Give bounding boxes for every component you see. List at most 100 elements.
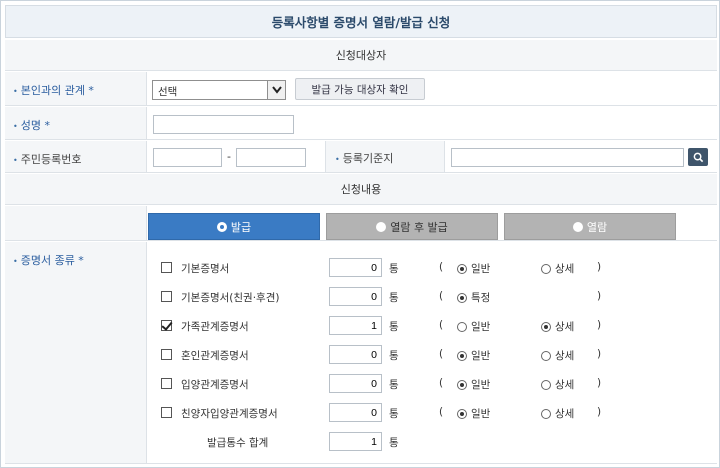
radio-icon [541, 408, 551, 419]
radio-icon [457, 321, 467, 332]
rrn-row: • 주민등록번호 - • 등록기준지 [5, 141, 717, 173]
radio-icon [541, 263, 551, 274]
close-paren: ) [597, 348, 602, 360]
bullet-icon: • [335, 155, 340, 164]
rrn-label: 주민등록번호 [20, 153, 82, 166]
cert-qty-input[interactable] [329, 316, 382, 335]
cert-checkbox[interactable] [161, 320, 172, 331]
search-icon[interactable] [688, 148, 708, 166]
tab-view-label: 열람 [586, 220, 608, 234]
radio-icon [541, 321, 551, 332]
tab-view[interactable]: 열람 [504, 213, 676, 240]
radio-icon [457, 379, 467, 390]
tab-row-label-cell [5, 206, 147, 240]
option-label: 상세 [555, 321, 575, 333]
cert-qty-input[interactable] [329, 403, 382, 422]
check-eligible-button[interactable]: 발급 가능 대상자 확인 [295, 78, 425, 100]
chevron-down-icon[interactable] [267, 81, 285, 99]
cert-checkbox[interactable] [161, 407, 172, 418]
cert-qty-input[interactable] [329, 287, 382, 306]
open-paren: ( [439, 319, 444, 331]
close-paren: ) [597, 406, 602, 418]
option-detail[interactable]: 상세 [541, 377, 574, 392]
radio-icon [457, 350, 467, 361]
tab-view-then-issue-label: 열람 후 발급 [390, 220, 448, 234]
section-header-content: 신청내용 [5, 174, 717, 205]
open-paren: ( [439, 261, 444, 273]
option-label: 일반 [471, 350, 491, 362]
cert-name: 기본증명서(친권·후견) [181, 292, 280, 304]
cert-row-full-adoption: 친양자입양관계증명서 통 ( 일반 상세 ) [5, 403, 717, 425]
close-paren: ) [597, 377, 602, 389]
relation-label: 본인과의 관계 * [20, 84, 94, 97]
relation-select-value: 선택 [158, 86, 178, 98]
name-row: • 성명 * [5, 107, 717, 140]
page-title: 등록사항별 증명서 열람/발급 신청 [5, 5, 717, 38]
name-label: 성명 * [20, 119, 50, 132]
radio-icon [572, 221, 583, 232]
option-detail[interactable]: 상세 [541, 406, 574, 421]
option-detail[interactable]: 상세 [541, 348, 574, 363]
close-paren: ) [597, 290, 602, 302]
issue-type-tabs: 발급 열람 후 발급 열람 [148, 213, 717, 241]
cert-checkbox[interactable] [161, 378, 172, 389]
option-detail[interactable]: 상세 [541, 261, 574, 276]
rrn-dash: - [227, 150, 231, 163]
option-label: 상세 [555, 379, 575, 391]
radio-icon [216, 221, 227, 232]
cert-unit: 통 [389, 321, 399, 333]
rrn-label-cell: • 주민등록번호 [5, 141, 147, 172]
total-unit: 통 [389, 437, 399, 449]
total-qty-input [329, 432, 382, 451]
option-label: 일반 [471, 263, 491, 275]
domicile-input[interactable] [451, 148, 684, 167]
relation-select[interactable]: 선택 [152, 80, 286, 100]
rrn-second-input[interactable] [236, 148, 306, 167]
total-label: 발급통수 합계 [207, 437, 269, 449]
cert-unit: 통 [389, 379, 399, 391]
tab-view-then-issue[interactable]: 열람 후 발급 [326, 213, 498, 240]
cert-unit: 통 [389, 408, 399, 420]
tab-issue[interactable]: 발급 [148, 213, 320, 240]
open-paren: ( [439, 290, 444, 302]
cert-checkbox[interactable] [161, 262, 172, 273]
option-label: 일반 [471, 321, 491, 333]
cert-row-family: 가족관계증명서 통 ( 일반 상세 ) [5, 316, 717, 338]
cert-qty-input[interactable] [329, 374, 382, 393]
cert-row-basic: 기본증명서 통 ( 일반 상세 ) [5, 258, 717, 280]
rrn-first-input[interactable] [153, 148, 222, 167]
option-general[interactable]: 일반 [457, 348, 490, 363]
name-input[interactable] [153, 115, 294, 134]
relation-row: • 본인과의 관계 * 선택 발급 가능 대상자 확인 [5, 72, 717, 106]
relation-label-cell: • 본인과의 관계 * [5, 72, 147, 105]
option-label: 상세 [555, 408, 575, 420]
open-paren: ( [439, 377, 444, 389]
application-form: 등록사항별 증명서 열람/발급 신청 신청대상자 • 본인과의 관계 * 선택 발… [0, 0, 720, 468]
radio-icon [457, 292, 467, 303]
cert-qty-input[interactable] [329, 345, 382, 364]
option-general[interactable]: 일반 [457, 319, 490, 334]
radio-icon [457, 408, 467, 419]
option-general[interactable]: 일반 [457, 261, 490, 276]
bullet-icon: • [13, 86, 18, 96]
option-specific[interactable]: 특정 [457, 290, 490, 305]
total-row: 발급통수 합계 통 [5, 432, 717, 454]
option-label: 상세 [555, 263, 575, 275]
cert-row-basic-guardian: 기본증명서(친권·후견) 통 ( 특정 ) [5, 287, 717, 309]
cert-row-adoption: 입양관계증명서 통 ( 일반 상세 ) [5, 374, 717, 396]
cert-name: 가족관계증명서 [181, 321, 249, 333]
option-general[interactable]: 일반 [457, 377, 490, 392]
tab-issue-label: 발급 [230, 220, 252, 234]
bullet-icon: • [13, 155, 18, 165]
radio-icon [376, 221, 387, 232]
cert-qty-input[interactable] [329, 258, 382, 277]
cert-unit: 통 [389, 292, 399, 304]
cert-checkbox[interactable] [161, 349, 172, 360]
option-general[interactable]: 일반 [457, 406, 490, 421]
cert-checkbox[interactable] [161, 291, 172, 302]
close-paren: ) [597, 319, 602, 331]
option-label: 일반 [471, 379, 491, 391]
radio-icon [541, 350, 551, 361]
option-detail[interactable]: 상세 [541, 319, 574, 334]
option-label: 특정 [471, 292, 491, 304]
